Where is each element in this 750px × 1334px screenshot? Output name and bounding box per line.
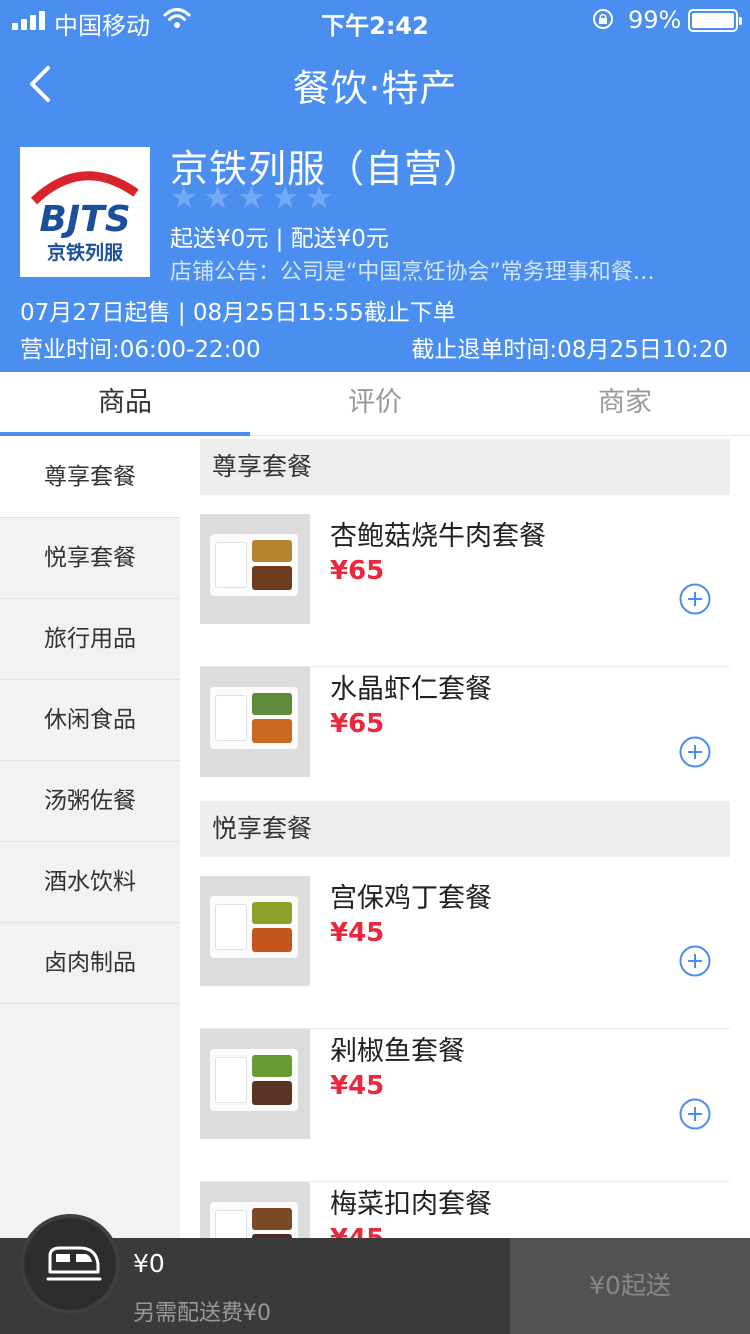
business-hours: 营业时间:06:00-22:00 bbox=[20, 337, 261, 363]
product-image bbox=[200, 1029, 310, 1139]
delivery-info: 起送¥0元 | 配送¥0元 bbox=[170, 226, 389, 252]
product-item[interactable]: 水晶虾仁套餐 ¥65 bbox=[200, 667, 730, 820]
sidebar-item-soup[interactable]: 汤粥佐餐 bbox=[0, 761, 180, 842]
plus-circle-icon[interactable] bbox=[679, 736, 711, 768]
product-name: 剁椒鱼套餐 bbox=[330, 1036, 465, 1067]
tab-reviews[interactable]: 评价 bbox=[250, 372, 500, 436]
page-title: 餐饮·特产 bbox=[292, 67, 458, 110]
rotation-lock-icon bbox=[593, 9, 613, 29]
product-name: 梅菜扣肉套餐 bbox=[330, 1189, 492, 1220]
product-name: 水晶虾仁套餐 bbox=[330, 674, 492, 705]
battery-percent: 99% bbox=[628, 6, 682, 34]
product-price: ¥65 bbox=[330, 709, 385, 739]
product-price: ¥45 bbox=[330, 1071, 385, 1101]
checkout-button[interactable]: ¥0起送 bbox=[510, 1238, 750, 1334]
sidebar-item-snacks[interactable]: 休闲食品 bbox=[0, 680, 180, 761]
sidebar-item-premium-meal[interactable]: 尊享套餐 bbox=[0, 437, 180, 518]
plus-circle-icon[interactable] bbox=[679, 583, 711, 615]
product-item[interactable]: 剁椒鱼套餐 ¥45 bbox=[200, 1029, 730, 1182]
train-icon bbox=[46, 1246, 102, 1281]
sidebar-item-joy-meal[interactable]: 悦享套餐 bbox=[0, 518, 180, 599]
tab-indicator bbox=[0, 432, 250, 436]
product-list[interactable]: 尊享套餐 杏鲍菇烧牛肉套餐 ¥65 水晶虾仁套餐 ¥65 悦享套餐 宫保鸡丁套餐… bbox=[180, 437, 750, 1334]
product-price: ¥65 bbox=[330, 556, 385, 586]
section-header: 悦享套餐 bbox=[200, 801, 730, 857]
product-image bbox=[200, 667, 310, 777]
product-image bbox=[200, 876, 310, 986]
sidebar-item-drinks[interactable]: 酒水饮料 bbox=[0, 842, 180, 923]
product-name: 杏鲍菇烧牛肉套餐 bbox=[330, 521, 546, 552]
plus-circle-icon[interactable] bbox=[679, 945, 711, 977]
tab-bar: 商品 评价 商家 bbox=[0, 372, 750, 436]
sale-period: 07月27日起售 | 08月25日15:55截止下单 bbox=[20, 300, 456, 326]
product-image bbox=[200, 514, 310, 624]
store-header: 中国移动 下午2:42 99% 餐饮·特产 BJTS 京铁列服 京铁列服（自营）… bbox=[0, 0, 750, 372]
sidebar-item-travel-goods[interactable]: 旅行用品 bbox=[0, 599, 180, 680]
tab-products[interactable]: 商品 bbox=[0, 372, 250, 436]
product-name: 宫保鸡丁套餐 bbox=[330, 883, 492, 914]
cart-delivery-fee: 另需配送费¥0 bbox=[133, 1301, 271, 1326]
category-sidebar: 尊享套餐 悦享套餐 旅行用品 休闲食品 汤粥佐餐 酒水饮料 卤肉制品 bbox=[0, 437, 180, 1334]
section-header: 尊享套餐 bbox=[200, 439, 730, 495]
rating-stars: ★★★★★ bbox=[170, 180, 339, 216]
cart-total: ¥0 bbox=[133, 1249, 165, 1278]
store-notice[interactable]: 店铺公告：公司是“中国烹饪协会”常务理事和餐… bbox=[170, 254, 715, 286]
tab-merchant[interactable]: 商家 bbox=[500, 372, 750, 436]
battery-icon bbox=[688, 9, 742, 32]
sidebar-item-braised-meat[interactable]: 卤肉制品 bbox=[0, 923, 180, 1004]
product-item[interactable]: 宫保鸡丁套餐 ¥45 bbox=[200, 876, 730, 1029]
plus-circle-icon[interactable] bbox=[679, 1098, 711, 1130]
store-logo: BJTS 京铁列服 bbox=[20, 147, 150, 277]
cart-button[interactable] bbox=[20, 1214, 120, 1314]
status-bar: 中国移动 下午2:42 99% bbox=[0, 0, 750, 40]
product-price: ¥45 bbox=[330, 918, 385, 948]
svg-text:BJTS: BJTS bbox=[39, 199, 130, 240]
svg-text:京铁列服: 京铁列服 bbox=[47, 241, 124, 264]
product-item[interactable]: 杏鲍菇烧牛肉套餐 ¥65 bbox=[200, 514, 730, 667]
refund-deadline: 截止退单时间:08月25日10:20 bbox=[411, 337, 728, 363]
